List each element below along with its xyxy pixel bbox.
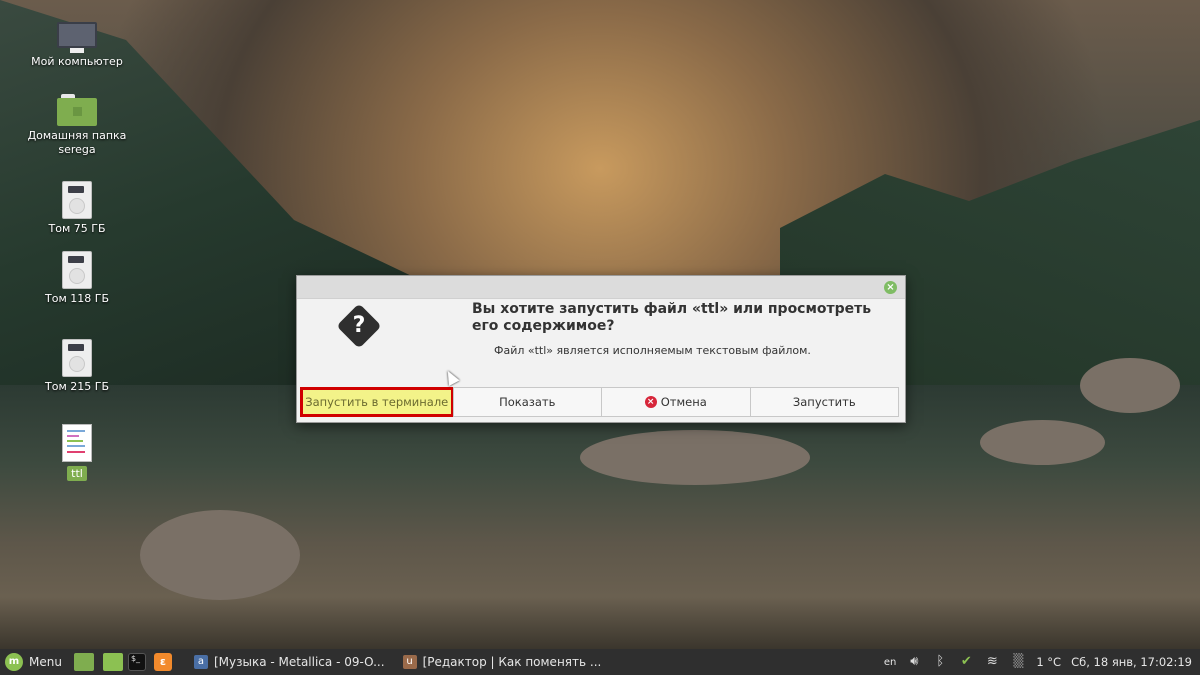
- drive-icon: [62, 251, 92, 289]
- run-in-terminal-button[interactable]: Запустить в терминале: [300, 387, 454, 417]
- text-file-icon: [62, 424, 92, 462]
- cancel-button[interactable]: × Отмена: [601, 387, 751, 417]
- show-desktop-icon[interactable]: [73, 653, 94, 671]
- menu-label: Menu: [29, 655, 62, 669]
- desktop-icon-drive-118[interactable]: Том 118 ГБ: [27, 251, 127, 306]
- bluetooth-icon[interactable]: ᛒ: [932, 654, 948, 670]
- drive-icon: [62, 181, 92, 219]
- cancel-icon: ×: [644, 396, 657, 408]
- taskbar-window-label: [Музыка - Metallica - 09-O...: [213, 655, 385, 669]
- file-manager-icon[interactable]: [102, 653, 123, 671]
- keyboard-layout[interactable]: en: [884, 657, 897, 668]
- update-shield-icon[interactable]: ✔: [958, 654, 974, 670]
- clock[interactable]: Сб, 18 янв, 17:02:19: [1071, 655, 1192, 669]
- desktop-icon-label: ttl: [67, 466, 87, 481]
- terminal-icon[interactable]: $_: [127, 653, 146, 671]
- wallpaper-rock: [140, 510, 300, 600]
- taskbar: m Menu $_ ɛ a [Музыка - Metallica - 09-O…: [0, 649, 1200, 675]
- taskbar-window-label: [Редактор | Как поменять ...: [422, 655, 602, 669]
- browser-editor-icon: u: [402, 655, 417, 669]
- wallpaper-rock: [1080, 358, 1180, 413]
- audio-player-icon: a: [193, 655, 208, 669]
- wallpaper-rock: [980, 420, 1105, 465]
- wallpaper-rock: [580, 430, 810, 485]
- volume-icon[interactable]: 🔊︎: [906, 654, 922, 670]
- desktop-icon-label: Том 215 ГБ: [45, 380, 109, 393]
- desktop-icon-computer[interactable]: Мой компьютер: [27, 22, 127, 69]
- desktop-icon-drive-215[interactable]: Том 215 ГБ: [27, 339, 127, 394]
- desktop-icon-label: Том 118 ГБ: [45, 292, 109, 305]
- show-button[interactable]: Показать: [452, 387, 602, 417]
- question-icon: ?: [336, 303, 382, 349]
- computer-icon: [57, 22, 97, 53]
- desktop-icon-home[interactable]: Домашняя папка serega: [27, 94, 127, 157]
- weather-icon[interactable]: ▒: [1010, 654, 1026, 670]
- desktop-icon-ttl[interactable]: ttl: [27, 424, 127, 481]
- taskbar-window-editor[interactable]: u [Редактор | Как поменять ...: [402, 655, 602, 669]
- dialog-subtitle: Файл «ttl» является исполняемым текстовы…: [494, 344, 811, 357]
- drive-icon: [62, 339, 92, 377]
- dialog-title: Вы хотите запустить файл «ttl» или просм…: [472, 301, 872, 334]
- temperature[interactable]: 1 °C: [1036, 655, 1061, 669]
- dialog-titlebar[interactable]: ×: [297, 276, 905, 299]
- close-icon[interactable]: ×: [884, 281, 897, 294]
- desktop-icon-label: Мой компьютер: [31, 55, 123, 68]
- taskbar-window-music[interactable]: a [Музыка - Metallica - 09-O...: [193, 655, 385, 669]
- desktop-icon-label: Домашняя папка serega: [27, 129, 127, 156]
- run-button[interactable]: Запустить: [749, 387, 899, 417]
- desktop-icon-label: Том 75 ГБ: [48, 222, 106, 235]
- cancel-label: Отмена: [660, 395, 707, 409]
- desktop-icon-drive-75[interactable]: Том 75 ГБ: [27, 181, 127, 236]
- wifi-icon[interactable]: ≋: [984, 654, 1000, 670]
- menu-button[interactable]: m Menu: [0, 649, 62, 675]
- system-tray: en 🔊︎ ᛒ ✔ ≋ ▒ 1 °C Сб, 18 янв, 17:02:19: [884, 654, 1200, 670]
- home-folder-icon: [57, 94, 97, 126]
- mint-logo-icon: m: [5, 653, 23, 671]
- dialog-button-row: Запустить в терминале Показать × Отмена …: [300, 387, 899, 417]
- run-file-dialog: × ? Вы хотите запустить файл «ttl» или п…: [296, 275, 906, 423]
- firefox-icon[interactable]: ɛ: [153, 653, 172, 671]
